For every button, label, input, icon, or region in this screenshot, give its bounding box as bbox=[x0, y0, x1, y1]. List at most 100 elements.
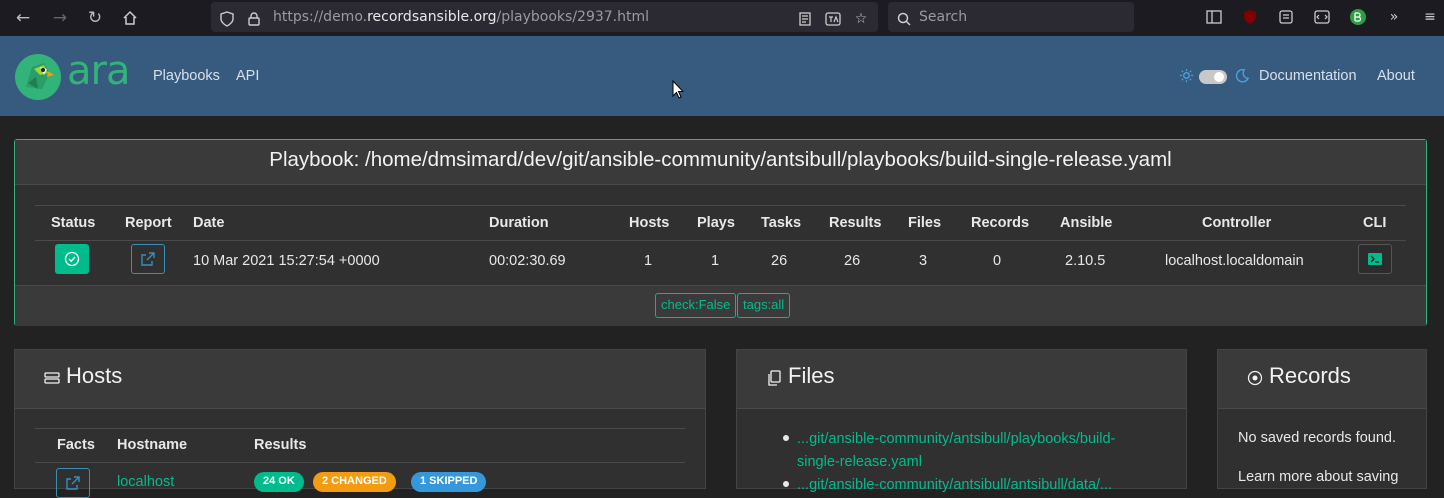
host-facts-button[interactable] bbox=[56, 468, 90, 498]
playbook-results-count: 26 bbox=[844, 253, 861, 269]
playbook-card: Playbook: /home/dmsimard/dev/git/ansible… bbox=[14, 139, 1427, 326]
list-bullet bbox=[783, 435, 789, 441]
search-icon bbox=[894, 9, 914, 29]
search-input[interactable]: Search bbox=[919, 9, 967, 25]
terminal-icon bbox=[1368, 253, 1382, 265]
table-top-border bbox=[35, 205, 1406, 206]
lock-icon[interactable] bbox=[244, 9, 264, 29]
reload-icon[interactable]: ↻ bbox=[83, 6, 107, 30]
nav-link-api[interactable]: API bbox=[236, 68, 259, 84]
col-header-controller: Controller bbox=[1202, 215, 1272, 231]
learn-more-text: Learn more about saving bbox=[1238, 469, 1399, 485]
url-bar[interactable]: https://demo.recordsansible.org/playbook… bbox=[211, 2, 878, 32]
playbook-title: Playbook: /home/dmsimard/dev/git/ansible… bbox=[269, 148, 1172, 171]
cli-button[interactable] bbox=[1358, 244, 1392, 274]
record-dot-icon bbox=[1247, 370, 1263, 386]
files-title: Files bbox=[788, 363, 835, 388]
forward-arrow-icon[interactable]: → bbox=[48, 6, 72, 30]
tag-check[interactable]: check:False bbox=[655, 293, 737, 318]
sun-icon bbox=[1179, 68, 1194, 87]
file-link-second[interactable]: ...git/ansible-community/antsibull/antsi… bbox=[797, 474, 1177, 497]
playbook-ansible-version: 2.10.5 bbox=[1065, 253, 1106, 269]
files-card-header: Files bbox=[737, 350, 1186, 409]
tag-tags[interactable]: tags:all bbox=[737, 293, 791, 318]
col-header-ansible: Ansible bbox=[1060, 215, 1113, 231]
playbook-tasks-count: 26 bbox=[771, 253, 788, 269]
mouse-cursor-icon bbox=[672, 79, 685, 100]
playbook-card-header: Playbook: /home/dmsimard/dev/git/ansible… bbox=[15, 140, 1426, 185]
hamburger-menu-icon[interactable]: ≡ bbox=[1420, 7, 1440, 27]
playbook-records-count: 0 bbox=[993, 253, 1002, 269]
nav-link-playbooks[interactable]: Playbooks bbox=[153, 68, 220, 84]
files-card: Files ...git/ansible-community/antsibull… bbox=[736, 349, 1187, 493]
check-circle-icon bbox=[64, 251, 80, 267]
overflow-chevron-icon[interactable]: » bbox=[1384, 7, 1404, 27]
col-header-cli: CLI bbox=[1363, 215, 1387, 231]
nav-link-documentation[interactable]: Documentation bbox=[1259, 68, 1357, 84]
no-records-text: No saved records found. bbox=[1238, 430, 1396, 446]
shield-icon[interactable] bbox=[217, 9, 237, 29]
file-link-playbook-cont[interactable]: single-release.yaml bbox=[797, 451, 922, 474]
hosts-card-header: Hosts bbox=[15, 350, 705, 409]
table-header-border bbox=[35, 240, 1406, 241]
url-text[interactable]: https://demo.recordsansible.org/playbook… bbox=[273, 9, 649, 25]
files-icon bbox=[767, 370, 783, 386]
hosts-card: Hosts Facts Hostname Results localhost 2… bbox=[14, 349, 706, 498]
playbook-card-footer: check:False tags:all bbox=[15, 285, 1426, 326]
col-header-status: Status bbox=[51, 215, 96, 231]
col-header-hosts: Hosts bbox=[629, 215, 670, 231]
ublock-extension-icon[interactable] bbox=[1240, 7, 1260, 27]
list-bullet bbox=[783, 481, 789, 487]
hosts-title: Hosts bbox=[66, 363, 123, 388]
toggle-knob bbox=[1214, 72, 1224, 82]
col-header-tasks: Tasks bbox=[761, 215, 802, 231]
playbook-duration: 00:02:30.69 bbox=[489, 253, 566, 269]
playbook-controller: localhost.localdomain bbox=[1165, 253, 1304, 269]
badge-skipped[interactable]: 1 SKIPPED bbox=[411, 472, 487, 492]
search-bar[interactable]: Search bbox=[888, 2, 1134, 32]
records-card: Records No saved records found. Learn mo… bbox=[1217, 349, 1427, 489]
col-header-duration: Duration bbox=[489, 215, 549, 231]
col-header-records: Records bbox=[971, 215, 1030, 231]
hosts-table-top-border bbox=[35, 428, 685, 429]
hosts-col-facts: Facts bbox=[57, 437, 95, 453]
dark-mode-toggle[interactable] bbox=[1199, 70, 1227, 84]
sidebar-icon[interactable] bbox=[1204, 7, 1224, 27]
hosts-col-hostname: Hostname bbox=[117, 437, 188, 453]
bookmark-star-icon[interactable]: ☆ bbox=[851, 9, 871, 29]
extension-icon[interactable] bbox=[1276, 7, 1296, 27]
browser-toolbar: ← → ↻ https://demo.recordsansible.org/pl… bbox=[0, 0, 1444, 36]
b-plus-extension-icon[interactable] bbox=[1348, 7, 1368, 27]
report-button[interactable] bbox=[131, 244, 165, 274]
moon-icon bbox=[1235, 68, 1250, 87]
records-title: Records bbox=[1269, 363, 1351, 388]
host-hostname-link[interactable]: localhost bbox=[117, 474, 174, 490]
url-path: /playbooks/2937.html bbox=[496, 9, 650, 25]
badge-ok[interactable]: 24 OK bbox=[254, 472, 304, 492]
records-card-header: Records bbox=[1218, 350, 1426, 409]
nav-link-about[interactable]: About bbox=[1377, 68, 1415, 84]
url-host: recordsansible.org bbox=[367, 9, 497, 25]
translate-icon[interactable] bbox=[823, 9, 843, 29]
external-link-icon bbox=[141, 252, 155, 266]
playbook-date: 10 Mar 2021 15:27:54 +0000 bbox=[193, 253, 380, 269]
col-header-report: Report bbox=[125, 215, 172, 231]
server-icon bbox=[44, 370, 60, 386]
ara-parrot-logo-icon[interactable] bbox=[14, 53, 62, 101]
devtools-extension-icon[interactable] bbox=[1312, 7, 1332, 27]
playbook-plays-count: 1 bbox=[711, 253, 720, 269]
home-icon[interactable] bbox=[118, 6, 142, 30]
app-navbar: ara Playbooks API Documentation About bbox=[0, 36, 1444, 116]
back-arrow-icon[interactable]: ← bbox=[11, 6, 35, 30]
badge-changed[interactable]: 2 CHANGED bbox=[313, 472, 396, 492]
ara-logo-text[interactable]: ara bbox=[67, 48, 130, 94]
hosts-col-results: Results bbox=[254, 437, 307, 453]
playbook-files-count: 3 bbox=[919, 253, 928, 269]
col-header-files: Files bbox=[908, 215, 942, 231]
file-link-playbook[interactable]: ...git/ansible-community/antsibull/playb… bbox=[797, 428, 1115, 451]
status-ok-button[interactable] bbox=[55, 244, 89, 274]
col-header-results: Results bbox=[829, 215, 882, 231]
playbook-hosts-count: 1 bbox=[644, 253, 653, 269]
reader-view-icon[interactable] bbox=[795, 9, 815, 29]
col-header-plays: Plays bbox=[697, 215, 735, 231]
